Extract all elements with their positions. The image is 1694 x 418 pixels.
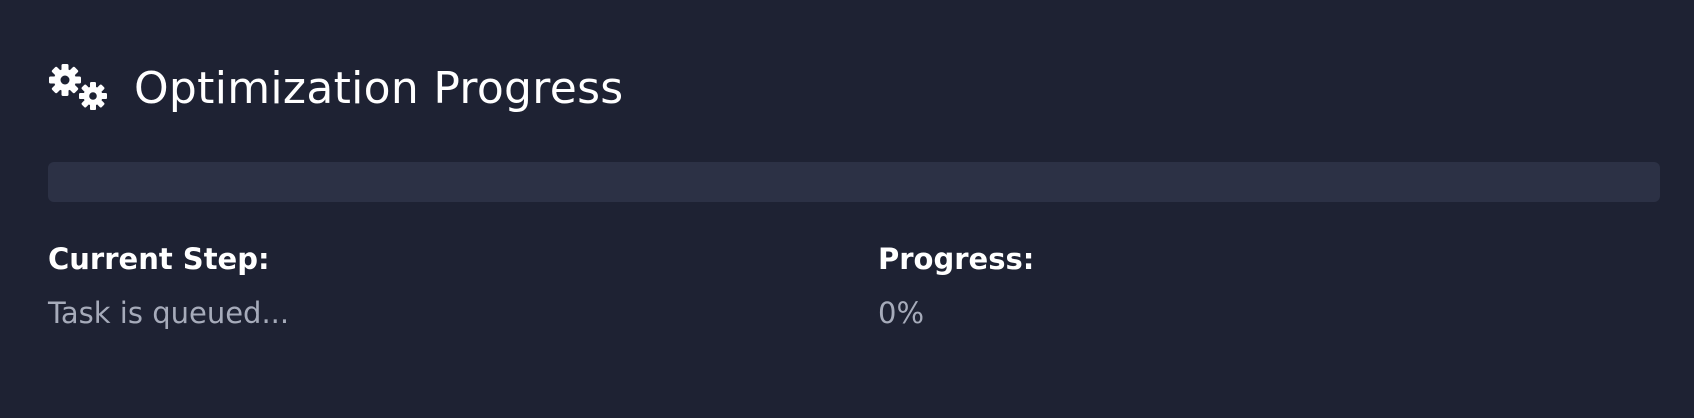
progress-value: 0% [878,296,925,330]
current-step-label: Current Step: [48,242,270,276]
progress-section: Progress: 0% [878,240,1034,332]
current-step-section: Current Step: Task is queued... [48,240,289,332]
optimization-progress-panel: Optimization Progress Current Step: Task… [0,0,1694,418]
current-step-value: Task is queued... [48,296,290,330]
progress-bar [48,162,1660,202]
panel-header: Optimization Progress [48,58,624,118]
gears-icon [49,64,107,110]
page-title: Optimization Progress [134,62,624,114]
progress-label: Progress: [878,242,1035,276]
